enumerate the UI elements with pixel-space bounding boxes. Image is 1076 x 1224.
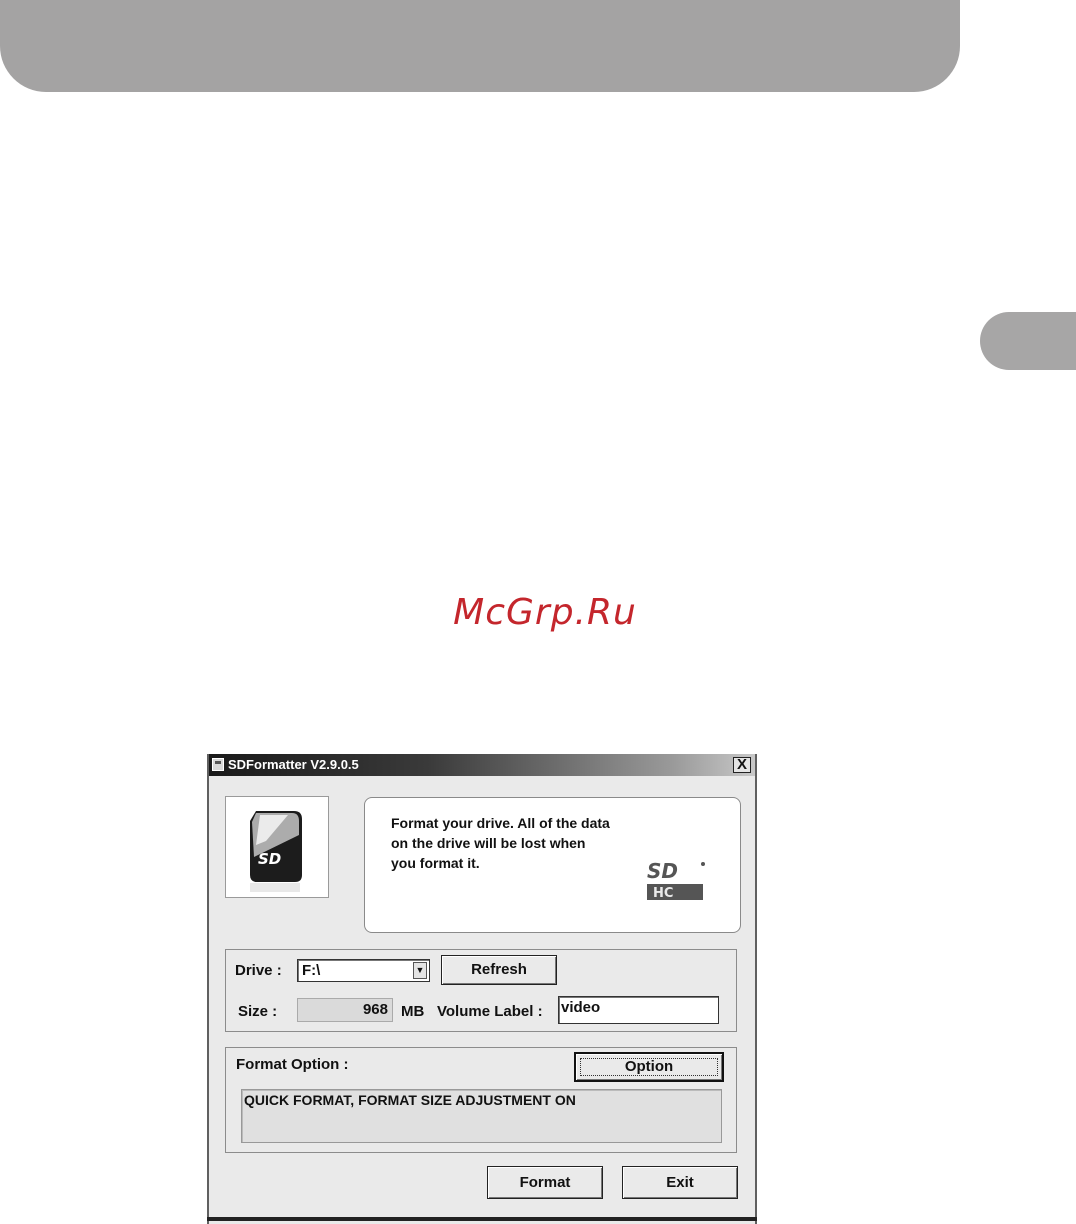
window-bottom-edge [207,1217,757,1221]
size-value: 968 [362,1001,388,1018]
svg-text:HC: HC [653,886,673,901]
drive-label: Drive : [235,962,282,979]
watermark: McGrp.Ru [453,592,637,633]
size-label: Size : [238,1003,278,1020]
volume-label-value: video [561,999,601,1016]
info-text: Format your drive. All of the data on th… [391,813,651,873]
sdformatter-app-icon [212,758,224,771]
focus-ring [580,1058,718,1076]
option-button[interactable]: Option [574,1052,724,1082]
info-line-1: Format your drive. All of the data [391,815,610,831]
exit-button[interactable]: Exit [622,1166,738,1199]
sdhc-logo: SD HC [647,859,705,901]
info-panel: Format your drive. All of the data on th… [364,797,741,933]
svg-text:SD: SD [258,850,281,868]
info-line-3: you format it. [391,855,480,871]
manual-page: McGrp.Ru SDFormatter V2.9.0.5 X SD Forma… [0,0,1076,1224]
close-icon: X [736,756,747,773]
format-option-label: Format Option : [236,1056,349,1073]
chevron-down-icon[interactable]: ▼ [413,962,427,979]
volume-label-input[interactable]: video [558,996,719,1024]
drive-select-value: F:\ [302,962,321,979]
format-button[interactable]: Format [487,1166,603,1199]
sdformatter-window: SDFormatter V2.9.0.5 X SD Format your dr… [207,754,757,1224]
close-button[interactable]: X [733,757,751,773]
drive-select[interactable]: F:\ ▼ [297,959,430,982]
format-option-group: Format Option : Option QUICK FORMAT, FOR… [225,1047,737,1153]
size-unit: MB [401,1003,425,1020]
window-title: SDFormatter V2.9.0.5 [228,757,359,772]
svg-text:SD: SD [647,859,678,883]
drive-group: Drive : F:\ ▼ Refresh Size : 968 MB Volu… [225,949,737,1032]
sd-card-logo-box: SD [225,796,329,898]
info-line-2: on the drive will be lost when [391,835,586,851]
size-field: 968 [297,998,393,1022]
chapter-side-tab [980,312,1076,370]
format-option-text: QUICK FORMAT, FORMAT SIZE ADJUSTMENT ON [244,1092,576,1108]
volume-label-label: Volume Label : [437,1003,543,1020]
sd-card-logo: SD [250,811,302,892]
title-bar[interactable]: SDFormatter V2.9.0.5 X [209,754,755,776]
header-bar [0,0,960,92]
format-option-description: QUICK FORMAT, FORMAT SIZE ADJUSTMENT ON [241,1089,722,1143]
refresh-button[interactable]: Refresh [441,955,557,985]
